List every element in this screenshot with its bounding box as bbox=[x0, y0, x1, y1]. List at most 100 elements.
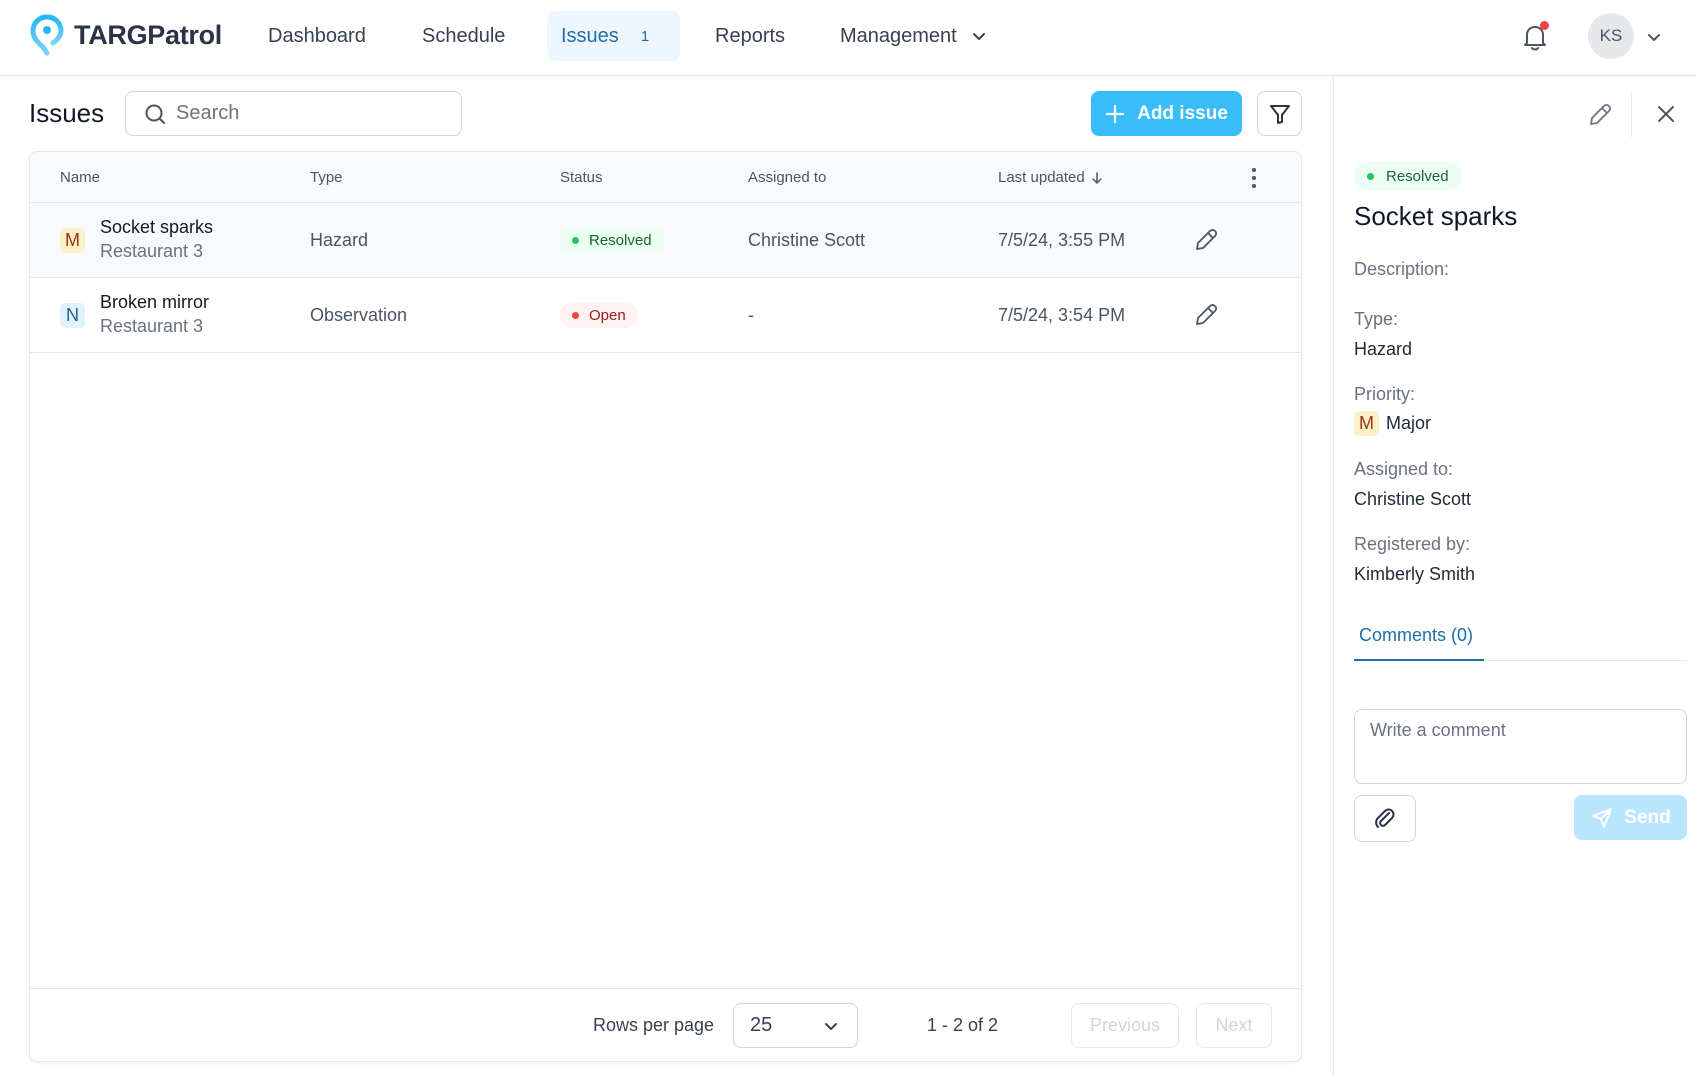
rows-per-page-select[interactable]: 25 bbox=[733, 1003, 858, 1048]
pencil-icon bbox=[1196, 228, 1218, 250]
send-label: Send bbox=[1624, 806, 1671, 828]
column-header-last-updated[interactable]: Last updated bbox=[998, 169, 1103, 186]
issue-name-cell: Socket sparks Restaurant 3 bbox=[100, 215, 213, 263]
detail-tabs: Comments (0) bbox=[1354, 625, 1687, 661]
edit-row-button[interactable] bbox=[1193, 227, 1219, 258]
column-label: Type bbox=[310, 169, 343, 186]
chevron-down-icon bbox=[971, 28, 987, 44]
status-label: Resolved bbox=[1386, 167, 1449, 185]
status-badge: Open bbox=[560, 302, 638, 328]
send-comment-button[interactable]: Send bbox=[1574, 795, 1687, 840]
column-header-assigned[interactable]: Assigned to bbox=[748, 169, 826, 186]
column-header-type[interactable]: Type bbox=[310, 169, 343, 186]
tab-comments[interactable]: Comments (0) bbox=[1354, 625, 1484, 661]
paperclip-icon bbox=[1375, 808, 1395, 828]
nav-schedule-label: Schedule bbox=[422, 24, 506, 47]
issue-location: Restaurant 3 bbox=[100, 241, 204, 261]
rows-per-page-label: Rows per page bbox=[593, 1015, 715, 1035]
assigned-label: Assigned to: bbox=[1354, 459, 1454, 479]
column-header-name[interactable]: Name bbox=[60, 169, 100, 186]
issues-table: Name Type Status Assigned to Last update… bbox=[29, 151, 1302, 1062]
status-label: Open bbox=[589, 306, 626, 324]
table-header: Name Type Status Assigned to Last update… bbox=[30, 152, 1301, 203]
description-label: Description: bbox=[1354, 259, 1450, 279]
chevron-down-icon bbox=[825, 1022, 837, 1030]
search-icon bbox=[145, 104, 165, 124]
close-panel-button[interactable] bbox=[1655, 103, 1677, 130]
table-pagination: Rows per page 25 1 - 2 of 2 Previous Nex… bbox=[30, 988, 1301, 1061]
filter-button[interactable] bbox=[1257, 91, 1302, 136]
priority-label: Priority: bbox=[1354, 384, 1416, 404]
pagination-range: 1 - 2 of 2 bbox=[927, 1015, 999, 1035]
divider bbox=[1631, 93, 1632, 137]
table-row[interactable]: M Socket sparks Restaurant 3 Hazard Reso… bbox=[30, 203, 1301, 278]
last-updated: 7/5/24, 3:55 PM bbox=[998, 230, 1126, 250]
issue-type: Observation bbox=[310, 305, 408, 325]
nav-reports-label: Reports bbox=[715, 24, 786, 47]
plus-icon bbox=[1105, 104, 1125, 123]
priority-text: Major bbox=[1386, 413, 1432, 433]
nav-reports[interactable]: Reports bbox=[701, 11, 799, 61]
pencil-icon bbox=[1590, 103, 1612, 125]
status-dot bbox=[1367, 172, 1374, 180]
top-navigation: TARGPatrol Dashboard Schedule Issues 1 R… bbox=[0, 0, 1696, 76]
brand-name: TARGPatrol bbox=[74, 19, 223, 50]
notification-dot bbox=[1540, 21, 1549, 30]
priority-badge: N bbox=[60, 303, 85, 328]
issue-detail-panel: Resolved Socket sparks Description: Type… bbox=[1333, 77, 1696, 1075]
issue-name-cell: Broken mirror Restaurant 3 bbox=[100, 290, 209, 338]
status-badge: Resolved bbox=[560, 227, 664, 253]
column-header-status[interactable]: Status bbox=[560, 169, 603, 186]
column-label: Last updated bbox=[998, 169, 1085, 186]
user-menu-chevron-icon[interactable] bbox=[1645, 28, 1663, 51]
edit-row-button[interactable] bbox=[1193, 302, 1219, 333]
user-initials: KS bbox=[1599, 26, 1623, 45]
send-icon bbox=[1592, 807, 1613, 828]
status-label: Resolved bbox=[589, 231, 652, 249]
issue-name: Broken mirror bbox=[100, 292, 210, 312]
column-options-icon[interactable] bbox=[1244, 166, 1264, 190]
issue-title: Socket sparks bbox=[1354, 201, 1518, 231]
notifications-button[interactable] bbox=[1522, 21, 1549, 57]
table-row[interactable]: N Broken mirror Restaurant 3 Observation… bbox=[30, 278, 1301, 353]
column-label: Name bbox=[60, 169, 101, 186]
nav-dashboard[interactable]: Dashboard bbox=[254, 11, 380, 61]
location-pin-icon bbox=[30, 14, 64, 56]
assigned-to: - bbox=[748, 305, 754, 325]
column-label: Assigned to bbox=[748, 169, 827, 186]
user-avatar[interactable]: KS bbox=[1588, 13, 1634, 59]
nav-dashboard-label: Dashboard bbox=[268, 24, 366, 47]
filter-icon bbox=[1269, 104, 1290, 124]
pencil-icon bbox=[1196, 303, 1218, 325]
attach-file-button[interactable] bbox=[1354, 795, 1416, 842]
issue-name: Socket sparks bbox=[100, 217, 214, 237]
type-value: Hazard bbox=[1354, 339, 1413, 359]
nav-issues[interactable]: Issues 1 bbox=[547, 11, 680, 61]
column-label: Status bbox=[560, 169, 603, 186]
previous-page-button[interactable]: Previous bbox=[1071, 1003, 1179, 1048]
assigned-value: Christine Scott bbox=[1354, 489, 1472, 509]
assigned-to: Christine Scott bbox=[748, 230, 866, 250]
page-title: Issues bbox=[29, 98, 105, 128]
logo[interactable]: TARGPatrol bbox=[30, 14, 222, 56]
search-input[interactable] bbox=[176, 102, 436, 125]
priority-value: M Major bbox=[1354, 411, 1431, 436]
nav-issues-label: Issues bbox=[561, 24, 619, 47]
nav-issues-count-badge: 1 bbox=[640, 27, 650, 45]
search-field[interactable] bbox=[125, 91, 462, 136]
nav-management[interactable]: Management bbox=[826, 11, 1001, 61]
priority-badge: M bbox=[60, 228, 85, 253]
issue-type: Hazard bbox=[310, 230, 369, 250]
nav-schedule[interactable]: Schedule bbox=[408, 11, 519, 61]
type-label: Type: bbox=[1354, 309, 1399, 329]
registered-label: Registered by: bbox=[1354, 534, 1471, 554]
issue-location: Restaurant 3 bbox=[100, 316, 204, 336]
edit-issue-button[interactable] bbox=[1587, 102, 1613, 133]
add-issue-button[interactable]: Add issue bbox=[1091, 91, 1242, 136]
rows-per-page-value: 25 bbox=[750, 1014, 773, 1036]
status-dot bbox=[572, 311, 579, 319]
comment-input[interactable] bbox=[1354, 709, 1687, 784]
registered-value: Kimberly Smith bbox=[1354, 564, 1476, 584]
last-updated: 7/5/24, 3:54 PM bbox=[998, 305, 1126, 325]
next-page-button[interactable]: Next bbox=[1196, 1003, 1272, 1048]
